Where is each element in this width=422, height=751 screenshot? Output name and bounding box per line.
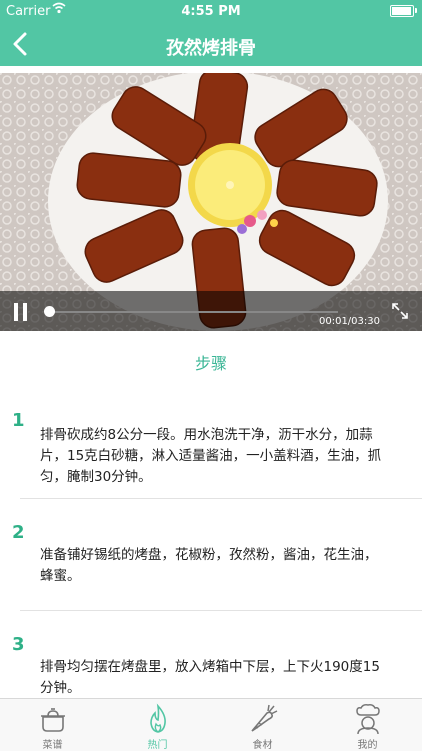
step-text: 排骨砍成约8公分一段。用水泡洗干净，沥干水分，加蒜片，15克白砂糖，淋入适量酱油… xyxy=(40,427,382,485)
tab-popular[interactable]: 热门 xyxy=(105,699,210,751)
pot-icon xyxy=(41,708,65,732)
video-controls: 00:01/03:30 xyxy=(0,291,422,331)
progress-track[interactable] xyxy=(48,311,338,313)
navigation-bar: 孜然烤排骨 xyxy=(0,22,422,66)
clock: 4:55 PM xyxy=(181,4,241,19)
page-title: 孜然烤排骨 xyxy=(166,38,256,59)
flame-icon xyxy=(150,703,166,733)
chef-icon xyxy=(356,704,380,735)
video-player[interactable]: 00:01/03:30 xyxy=(0,73,422,331)
tab-mine[interactable]: 我的 xyxy=(315,699,420,751)
step-divider xyxy=(20,498,422,499)
tab-ingredients[interactable]: 食材 xyxy=(210,699,315,751)
tab-bar: 菜谱 热门 食材 我的 xyxy=(0,698,422,751)
step-text: 准备铺好锡纸的烤盘，花椒粉，孜然粉，酱油，花生油，蜂蜜。 xyxy=(40,547,378,584)
step-divider xyxy=(20,610,422,611)
video-timecode: 00:01/03:30 xyxy=(318,316,380,327)
tab-label: 热门 xyxy=(147,740,168,751)
tab-label: 食材 xyxy=(252,740,273,751)
step-number: 3 xyxy=(12,634,25,655)
fullscreen-button[interactable] xyxy=(390,301,410,321)
progress-knob[interactable] xyxy=(44,306,56,317)
step-number: 1 xyxy=(12,410,25,431)
steps-heading: 步骤 xyxy=(194,354,227,373)
carrot-icon xyxy=(251,704,278,732)
status-bar: Carrier 4:55 PM xyxy=(0,0,422,22)
battery-tip xyxy=(415,8,417,13)
header: Carrier 4:55 PM 孜然烤排骨 xyxy=(0,0,422,66)
step-text: 排骨均匀摆在烤盘里，放入烤箱中下层，上下火190度15分钟。 xyxy=(40,659,380,696)
tab-label: 菜谱 xyxy=(42,740,63,751)
battery-icon xyxy=(390,5,414,17)
pause-button[interactable] xyxy=(12,303,30,321)
tab-recipes[interactable]: 菜谱 xyxy=(0,699,105,751)
tab-label: 我的 xyxy=(357,740,378,751)
step-number: 2 xyxy=(12,522,25,543)
expand-icon xyxy=(392,303,408,319)
